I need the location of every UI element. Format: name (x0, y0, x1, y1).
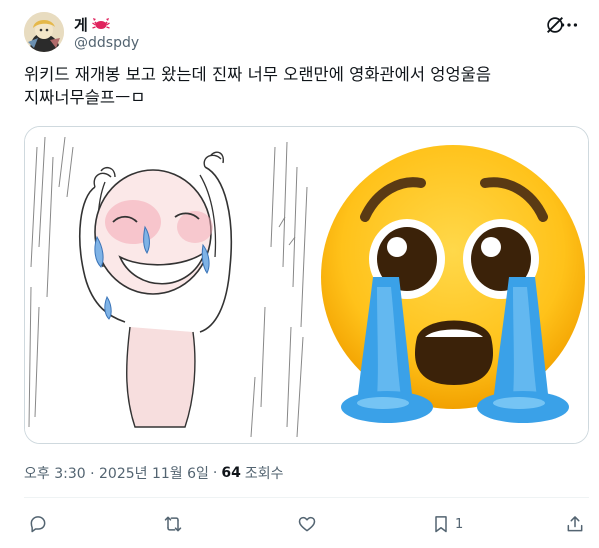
divider (24, 497, 589, 498)
tweet-text: 위키드 재개봉 보고 왔는데 진짜 너무 오랜만에 영화관에서 엉엉울음 지짜너… (24, 65, 491, 107)
share-button[interactable] (565, 510, 589, 538)
bookmark-icon (435, 516, 447, 533)
meta-separator: · (212, 465, 218, 481)
reply-button[interactable] (28, 510, 52, 538)
tweet-media[interactable] (24, 126, 589, 444)
share-icon (567, 516, 583, 532)
bookmark-button[interactable]: 1 (431, 510, 463, 538)
action-bar: 1 (24, 510, 589, 538)
more-options-icon[interactable] (558, 14, 580, 36)
heart-icon (298, 516, 316, 532)
views-label: 조회수 (244, 466, 284, 482)
retweet-icon (164, 516, 182, 532)
timestamp[interactable]: 오후 3:30 · 2025년 11월 6일 (24, 463, 209, 483)
tweet-header: 게 @ddspdy (24, 12, 578, 56)
retweet-button[interactable] (163, 510, 187, 538)
views-count: 64 (221, 465, 241, 481)
crab-icon (91, 18, 110, 29)
avatar[interactable] (24, 12, 64, 52)
bookmark-count: 1 (455, 516, 464, 532)
loudly-crying-face-emoji[interactable] (317, 127, 588, 443)
tweet-meta: 오후 3:30 · 2025년 11월 6일 · 64 조회수 (24, 463, 283, 483)
author-handle[interactable]: @ddspdy (74, 35, 139, 51)
reply-icon (30, 516, 46, 533)
author-name-row[interactable]: 게 (74, 14, 110, 34)
like-button[interactable] (297, 510, 321, 538)
display-name[interactable]: 게 (74, 14, 88, 35)
sketch-crying-figure[interactable] (25, 127, 315, 443)
